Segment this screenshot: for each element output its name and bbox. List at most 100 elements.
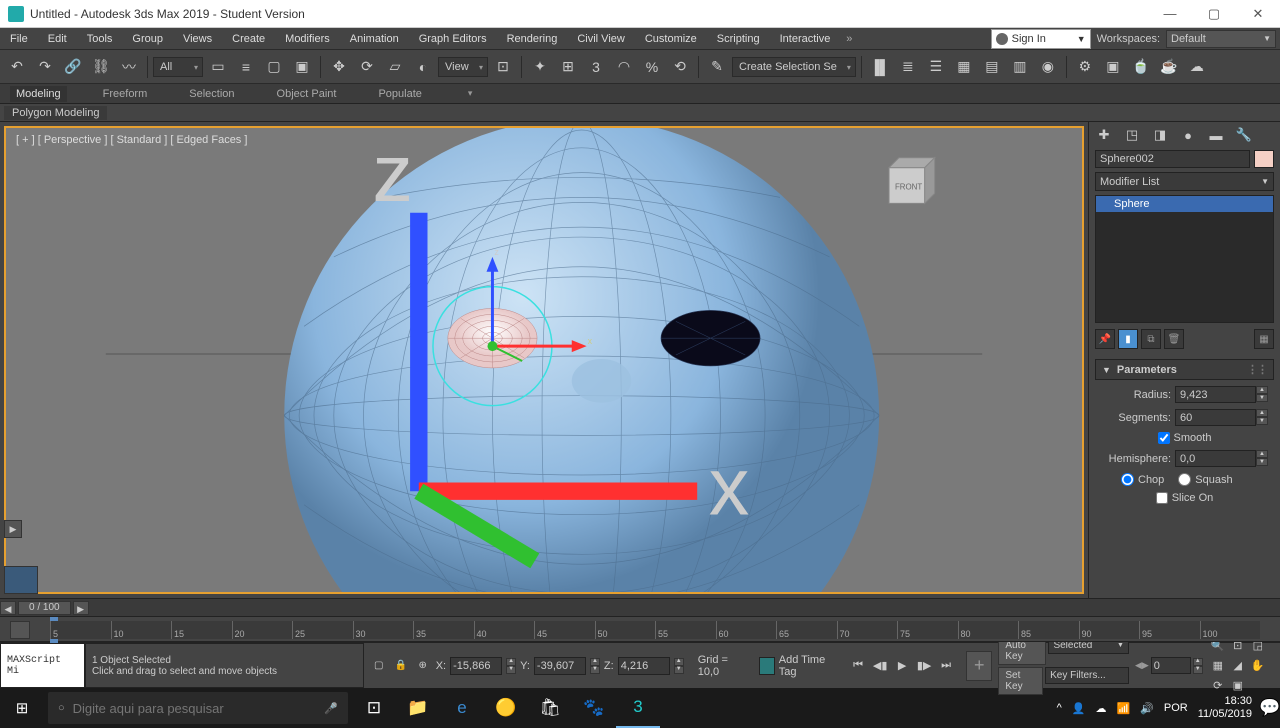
search-input[interactable] xyxy=(73,701,317,716)
keyboard-shortcut-button[interactable]: ⊞ xyxy=(555,54,581,80)
maximize-button[interactable]: ▢ xyxy=(1192,0,1236,28)
pivot-button[interactable]: ⊡ xyxy=(490,54,516,80)
menu-file[interactable]: File xyxy=(0,28,38,50)
add-time-tag-button[interactable]: Add Time Tag xyxy=(779,654,836,678)
signin-dropdown[interactable]: Sign In ▼ xyxy=(991,29,1091,49)
orbit-button[interactable]: ⟳ xyxy=(1209,677,1227,695)
rollout-parameters-header[interactable]: ▼ Parameters ⋮⋮ xyxy=(1095,359,1274,380)
named-selection-dropdown[interactable]: Create Selection Se xyxy=(732,57,856,77)
menu-rendering[interactable]: Rendering xyxy=(497,28,568,50)
pan-button[interactable]: ✋ xyxy=(1249,657,1267,675)
redo-button[interactable]: ↷ xyxy=(32,54,58,80)
pin-stack-button[interactable]: 📌 xyxy=(1095,329,1115,349)
modify-tab-icon[interactable]: ◳ xyxy=(1121,124,1143,146)
select-by-name-button[interactable]: ≡ xyxy=(233,54,259,80)
ribbon-subpanel-item[interactable]: Polygon Modeling xyxy=(4,106,107,120)
show-end-result-button[interactable]: ▮ xyxy=(1118,329,1138,349)
mirror-button[interactable]: ▐▌ xyxy=(867,54,893,80)
timeline-prev-button[interactable]: ◀ xyxy=(0,601,16,615)
y-coord-input[interactable] xyxy=(534,657,586,675)
ribbon-tab-populate[interactable]: Populate xyxy=(372,86,427,102)
viewport-play-button[interactable]: ▶ xyxy=(4,520,22,538)
stack-item-sphere[interactable]: Sphere xyxy=(1096,196,1273,212)
play-button[interactable]: ▶ xyxy=(892,656,912,676)
create-tab-icon[interactable]: ✚ xyxy=(1093,124,1115,146)
utilities-tab-icon[interactable]: 🔧 xyxy=(1233,124,1255,146)
ribbon-tab-objectpaint[interactable]: Object Paint xyxy=(271,86,343,102)
ribbon-tab-freeform[interactable]: Freeform xyxy=(97,86,154,102)
viewport-label[interactable]: [ + ] [ Perspective ] [ Standard ] [ Edg… xyxy=(16,134,247,146)
radius-spinner[interactable]: ▲▼ xyxy=(1175,386,1268,403)
zoom-extents-all-button[interactable]: ▦ xyxy=(1209,657,1227,675)
slice-on-checkbox[interactable] xyxy=(1156,492,1168,504)
curve-editor-button[interactable]: ▤ xyxy=(979,54,1005,80)
goto-end-button[interactable]: ⏭ xyxy=(936,656,956,676)
selection-filter-dropdown[interactable]: All xyxy=(153,57,203,77)
menu-tools[interactable]: Tools xyxy=(77,28,123,50)
menu-animation[interactable]: Animation xyxy=(340,28,409,50)
set-key-large-button[interactable]: + xyxy=(966,651,992,681)
display-tab-icon[interactable]: ▬ xyxy=(1205,124,1227,146)
app-store[interactable]: 🛍 xyxy=(528,688,572,728)
taskbar-clock[interactable]: 18:30 11/05/2019 xyxy=(1198,695,1260,721)
app-explorer[interactable]: 📁 xyxy=(396,688,440,728)
frame-slider[interactable]: 0 / 100 xyxy=(18,601,71,615)
chop-radio[interactable] xyxy=(1121,473,1134,486)
edit-selection-set-button[interactable]: ✎ xyxy=(704,54,730,80)
unlink-button[interactable]: ⛓ xyxy=(88,54,114,80)
manipulate-button[interactable]: ✦ xyxy=(527,54,553,80)
app-chrome[interactable]: 🟡 xyxy=(484,688,528,728)
window-crossing-button[interactable]: ▣ xyxy=(289,54,315,80)
time-tag-icon[interactable] xyxy=(759,657,775,675)
menu-views[interactable]: Views xyxy=(173,28,222,50)
layer-explorer-button[interactable]: ☰ xyxy=(923,54,949,80)
app-unknown[interactable]: 🐾 xyxy=(572,688,616,728)
workspaces-dropdown[interactable]: Default ▼ xyxy=(1166,30,1276,48)
smooth-checkbox[interactable] xyxy=(1158,432,1170,444)
app-edge[interactable]: e xyxy=(440,688,484,728)
ribbon-tab-selection[interactable]: Selection xyxy=(183,86,240,102)
motion-tab-icon[interactable]: ● xyxy=(1177,124,1199,146)
segments-spinner[interactable]: ▲▼ xyxy=(1175,409,1268,426)
rotate-button[interactable]: ⟳ xyxy=(354,54,380,80)
material-editor-button[interactable]: ◉ xyxy=(1035,54,1061,80)
notifications-button[interactable]: 💬 xyxy=(1260,688,1280,728)
modifier-list-dropdown[interactable]: Modifier List ▼ xyxy=(1095,172,1274,191)
scale-button[interactable]: ▱ xyxy=(382,54,408,80)
minimize-button[interactable]: — xyxy=(1148,0,1192,28)
snap-toggle-button[interactable]: 3 xyxy=(583,54,609,80)
start-button[interactable]: ⊞ xyxy=(0,688,44,728)
menu-create[interactable]: Create xyxy=(222,28,275,50)
next-frame-button[interactable]: ▮▶ xyxy=(914,656,934,676)
placement-button[interactable]: ◐ xyxy=(410,54,436,80)
undo-button[interactable]: ↶ xyxy=(4,54,30,80)
object-name-input[interactable] xyxy=(1095,150,1250,168)
viewport-thumbnail[interactable] xyxy=(4,566,38,594)
menu-customize[interactable]: Customize xyxy=(635,28,707,50)
menu-grapheditors[interactable]: Graph Editors xyxy=(409,28,497,50)
make-unique-button[interactable]: ⧉ xyxy=(1141,329,1161,349)
menu-modifiers[interactable]: Modifiers xyxy=(275,28,340,50)
render-button[interactable]: 🍵 xyxy=(1128,54,1154,80)
move-button[interactable]: ✥ xyxy=(326,54,352,80)
object-color-swatch[interactable] xyxy=(1254,150,1274,168)
render-inplace-button[interactable]: ☕ xyxy=(1156,54,1182,80)
system-tray[interactable]: ^ 👤 ☁ 📶 🔊 POR xyxy=(1047,702,1198,715)
goto-start-button[interactable]: ⏮ xyxy=(848,656,868,676)
bind-button[interactable]: 〰 xyxy=(116,54,142,80)
spinner-snap-button[interactable]: ⟲ xyxy=(667,54,693,80)
volume-icon[interactable]: 🔊 xyxy=(1140,702,1154,715)
modifier-stack[interactable]: Sphere xyxy=(1095,195,1274,323)
task-view-button[interactable]: ⊡ xyxy=(352,688,396,728)
ref-coord-dropdown[interactable]: View xyxy=(438,57,488,77)
rectangle-region-button[interactable]: ▢ xyxy=(261,54,287,80)
tray-up-icon[interactable]: ^ xyxy=(1057,702,1062,714)
viewport-perspective[interactable]: [ + ] [ Perspective ] [ Standard ] [ Edg… xyxy=(4,126,1084,594)
menu-overflow-icon[interactable]: » xyxy=(840,33,858,45)
maximize-viewport-button[interactable]: ▣ xyxy=(1229,677,1247,695)
absolute-mode-button[interactable]: ⊕ xyxy=(414,657,432,675)
link-button[interactable]: 🔗 xyxy=(60,54,86,80)
angle-snap-button[interactable]: ◠ xyxy=(611,54,637,80)
people-icon[interactable]: 👤 xyxy=(1072,702,1086,715)
set-key-button[interactable]: Set Key xyxy=(998,667,1043,695)
